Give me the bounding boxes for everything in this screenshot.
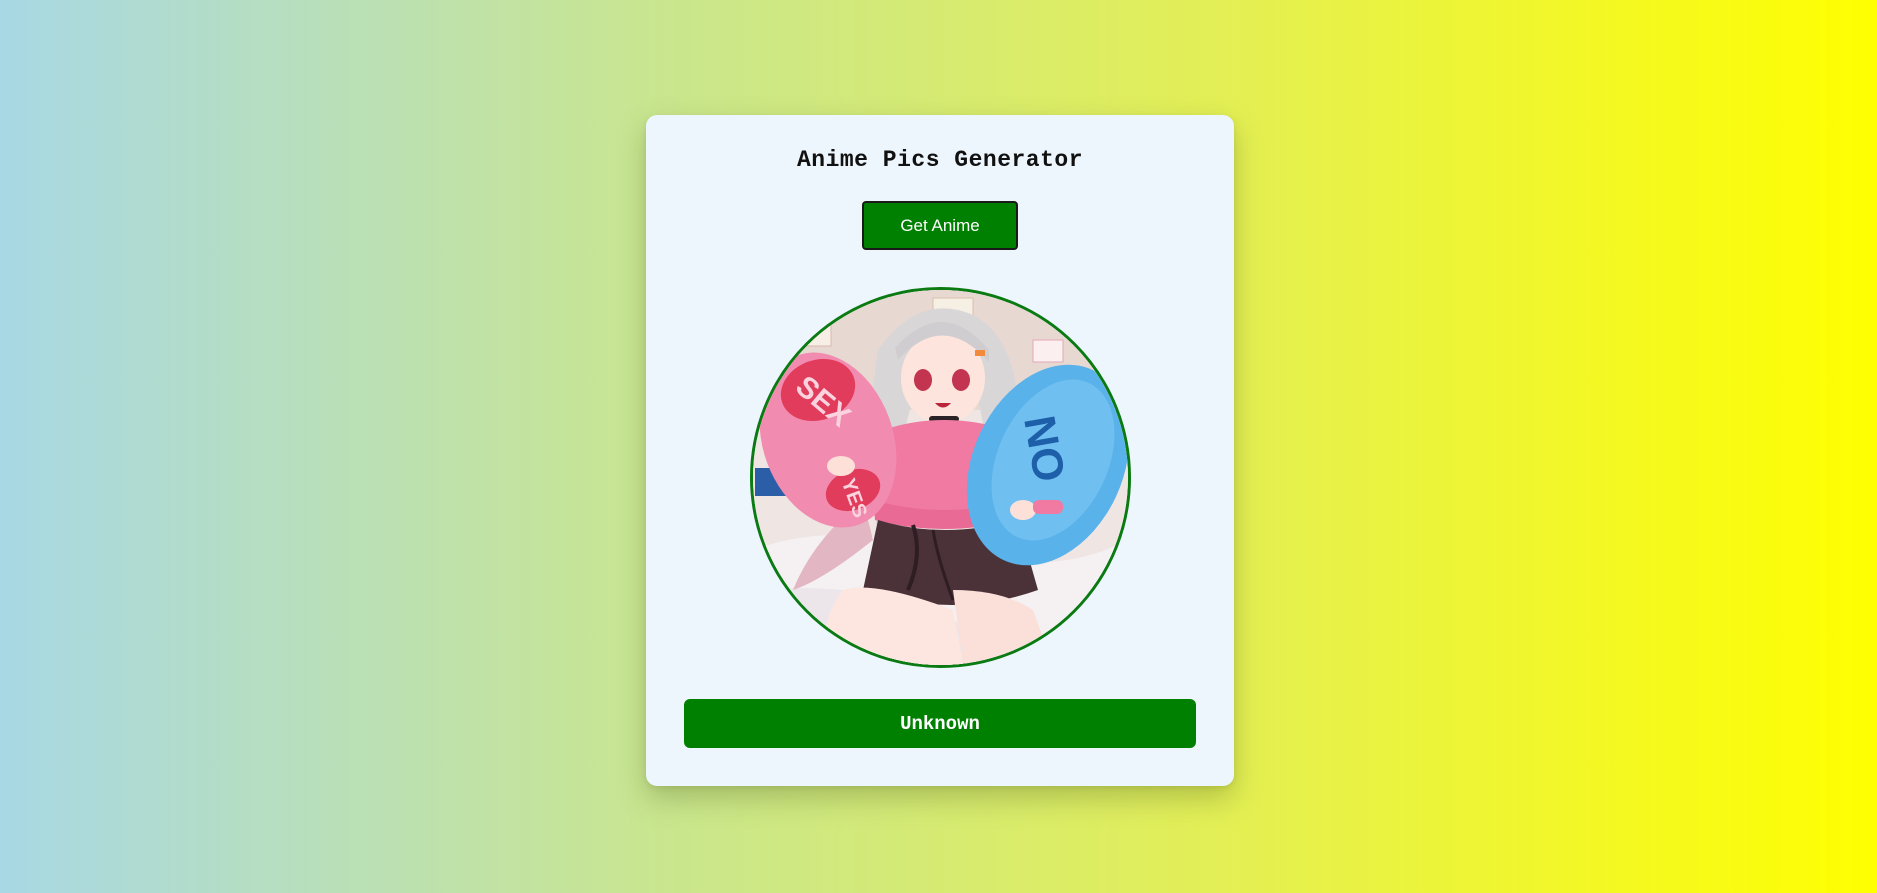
get-anime-button[interactable]: Get Anime — [862, 201, 1018, 250]
character-name-label: Unknown — [684, 699, 1196, 748]
page-title: Anime Pics Generator — [796, 147, 1084, 173]
generator-card: Anime Pics Generator Get Anime SEX YES N… — [646, 115, 1234, 786]
anime-illustration: SEX YES NO — [753, 290, 1128, 665]
anime-image: SEX YES NO — [750, 287, 1131, 668]
